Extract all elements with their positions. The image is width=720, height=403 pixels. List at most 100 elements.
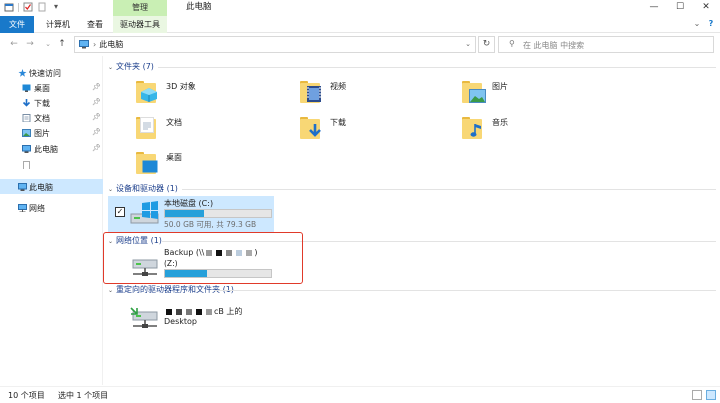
drive-local-c[interactable]: ✓ 本地磁盘 (C:) 50.0 GB 可用, 共 79.3 GB xyxy=(108,196,274,232)
search-input[interactable]: ⚲ 在 此电脑 中搜索 xyxy=(498,36,714,53)
nav-item-label: 文档 xyxy=(34,114,50,123)
network-icon xyxy=(18,204,27,212)
nav-quick-access-label: 快速访问 xyxy=(29,69,61,78)
folder-label: 文档 xyxy=(166,118,182,127)
documents-folder-icon xyxy=(134,113,162,143)
content-pane: ⌄ 文件夹 (7) 3D 对象 视频 图片 文档 下载 音乐 桌面 ⌄ 设备和驱… xyxy=(104,56,720,385)
collapse-chevron-icon: ⌄ xyxy=(108,186,114,193)
folder-3d-objects[interactable]: 3D 对象 xyxy=(134,77,314,109)
3d-objects-folder-icon xyxy=(134,77,162,107)
nav-item-label: 此电脑 xyxy=(34,145,58,154)
expand-ribbon-icon[interactable]: ⌄ xyxy=(692,19,702,29)
drive-name: 本地磁盘 (C:) xyxy=(164,199,214,208)
nav-item-documents[interactable]: 文档 📌︎ xyxy=(0,111,103,125)
title-bar: ▾ 管理 此电脑 — ☐ ✕ xyxy=(0,0,720,16)
up-arrow-icon[interactable]: ↑ xyxy=(56,38,68,50)
maximize-button[interactable]: ☐ xyxy=(667,0,693,16)
tab-computer[interactable]: 计算机 xyxy=(40,16,76,33)
drive-usage-fill xyxy=(165,210,205,217)
nav-network-label: 网络 xyxy=(29,204,45,213)
pictures-folder-icon xyxy=(460,77,488,107)
this-pc-icon xyxy=(22,145,31,153)
help-icon[interactable]: ? xyxy=(706,19,716,29)
music-folder-icon xyxy=(460,113,488,143)
forward-arrow-icon[interactable]: → xyxy=(24,38,36,50)
folder-label: 3D 对象 xyxy=(166,82,196,91)
quick-access-toolbar: ▾ xyxy=(4,2,61,12)
group-divider xyxy=(214,290,716,291)
status-item-count: 10 个项目 xyxy=(8,391,45,400)
folder-pictures[interactable]: 图片 xyxy=(460,77,640,109)
search-placeholder: 在 此电脑 中搜索 xyxy=(523,41,585,50)
details-view-icon[interactable] xyxy=(692,390,702,400)
minimize-button[interactable]: — xyxy=(641,0,667,16)
new-folder-icon[interactable] xyxy=(37,2,47,12)
nav-item-file[interactable] xyxy=(0,158,103,172)
desktop-icon xyxy=(22,84,31,92)
pin-icon[interactable]: 📌︎ xyxy=(92,83,101,91)
search-icon: ⚲ xyxy=(509,39,515,48)
redirected-label-line2: Desktop xyxy=(164,317,197,326)
breadcrumb-this-pc[interactable]: 此电脑 xyxy=(99,40,123,49)
tab-view[interactable]: 查看 xyxy=(80,16,110,33)
windows-drive-icon xyxy=(130,201,159,224)
folder-desktop[interactable]: 桌面 xyxy=(134,148,314,180)
nav-item-label: 桌面 xyxy=(34,84,50,93)
pin-icon[interactable]: 📌︎ xyxy=(92,113,101,121)
recent-locations-chevron-icon[interactable]: ⌄ xyxy=(42,38,54,50)
nav-item-label: 下载 xyxy=(34,99,50,108)
window-title: 此电脑 xyxy=(186,2,212,12)
folder-label: 图片 xyxy=(492,82,508,91)
folder-label: 音乐 xyxy=(492,118,508,127)
address-field[interactable]: › 此电脑 ⌄ xyxy=(74,36,476,53)
group-header-devices[interactable]: ⌄ 设备和驱动器 (1) xyxy=(108,183,178,195)
nav-item-desktop[interactable]: 桌面 📌︎ xyxy=(0,81,103,95)
folder-downloads[interactable]: 下载 xyxy=(298,113,478,145)
close-button[interactable]: ✕ xyxy=(693,0,719,16)
nav-network[interactable]: 网络 xyxy=(0,201,103,215)
redirected-desktop-item[interactable]: cB 上的 Desktop xyxy=(108,300,288,336)
folder-label: 桌面 xyxy=(166,153,182,162)
group-header-folders[interactable]: ⌄ 文件夹 (7) xyxy=(108,61,154,73)
pin-icon[interactable]: 📌︎ xyxy=(92,98,101,106)
tab-drive-tools[interactable]: 驱动器工具 xyxy=(113,16,167,33)
nav-item-this-pc-quick[interactable]: 此电脑 📌︎ xyxy=(0,142,103,156)
folder-label: 视频 xyxy=(330,82,346,91)
drive-free-space: 50.0 GB 可用, 共 79.3 GB xyxy=(164,220,257,229)
large-icons-view-icon[interactable] xyxy=(706,390,716,400)
file-icon xyxy=(23,161,30,169)
address-dropdown-icon[interactable]: ⌄ xyxy=(465,40,471,48)
nav-this-pc[interactable]: 此电脑 xyxy=(0,179,103,194)
toolbar-divider xyxy=(18,2,19,12)
group-title: 设备和驱动器 (1) xyxy=(116,184,178,193)
checkmark-icon[interactable] xyxy=(23,2,33,12)
pin-icon[interactable]: 📌︎ xyxy=(92,144,101,152)
videos-folder-icon xyxy=(298,77,326,107)
breadcrumb-separator: › xyxy=(93,40,97,49)
refresh-button[interactable]: ↻ xyxy=(478,36,495,53)
nav-item-pictures[interactable]: 图片 📌︎ xyxy=(0,126,103,140)
context-tab-manage[interactable]: 管理 xyxy=(113,0,167,16)
downloads-folder-icon xyxy=(298,113,326,143)
back-arrow-icon[interactable]: ← xyxy=(8,38,20,50)
folder-label: 下载 xyxy=(330,118,346,127)
folder-videos[interactable]: 视频 xyxy=(298,77,478,109)
nav-item-label: 图片 xyxy=(34,129,50,138)
folder-music[interactable]: 音乐 xyxy=(460,113,640,145)
folder-documents[interactable]: 文档 xyxy=(134,113,314,145)
collapse-chevron-icon: ⌄ xyxy=(108,64,114,71)
customize-toolbar-icon[interactable]: ▾ xyxy=(51,2,61,12)
tab-file[interactable]: 文件 xyxy=(0,16,34,33)
status-selected-count: 选中 1 个项目 xyxy=(58,391,109,400)
nav-quick-access[interactable]: 快速访问 xyxy=(0,66,103,80)
collapse-chevron-icon: ⌄ xyxy=(108,287,114,294)
navigation-pane: 快速访问 桌面 📌︎ 下载 📌︎ 文档 📌︎ 图片 📌︎ 此电脑 📌︎ 此电脑 … xyxy=(0,56,103,385)
drive-usage-bar xyxy=(164,209,272,218)
pictures-icon xyxy=(22,129,31,137)
redirected-drive-icon xyxy=(130,307,158,328)
group-divider xyxy=(182,189,716,190)
nav-item-downloads[interactable]: 下载 📌︎ xyxy=(0,96,103,110)
properties-icon[interactable] xyxy=(4,2,14,12)
pin-icon[interactable]: 📌︎ xyxy=(92,128,101,136)
selection-checkbox[interactable]: ✓ xyxy=(115,207,125,217)
